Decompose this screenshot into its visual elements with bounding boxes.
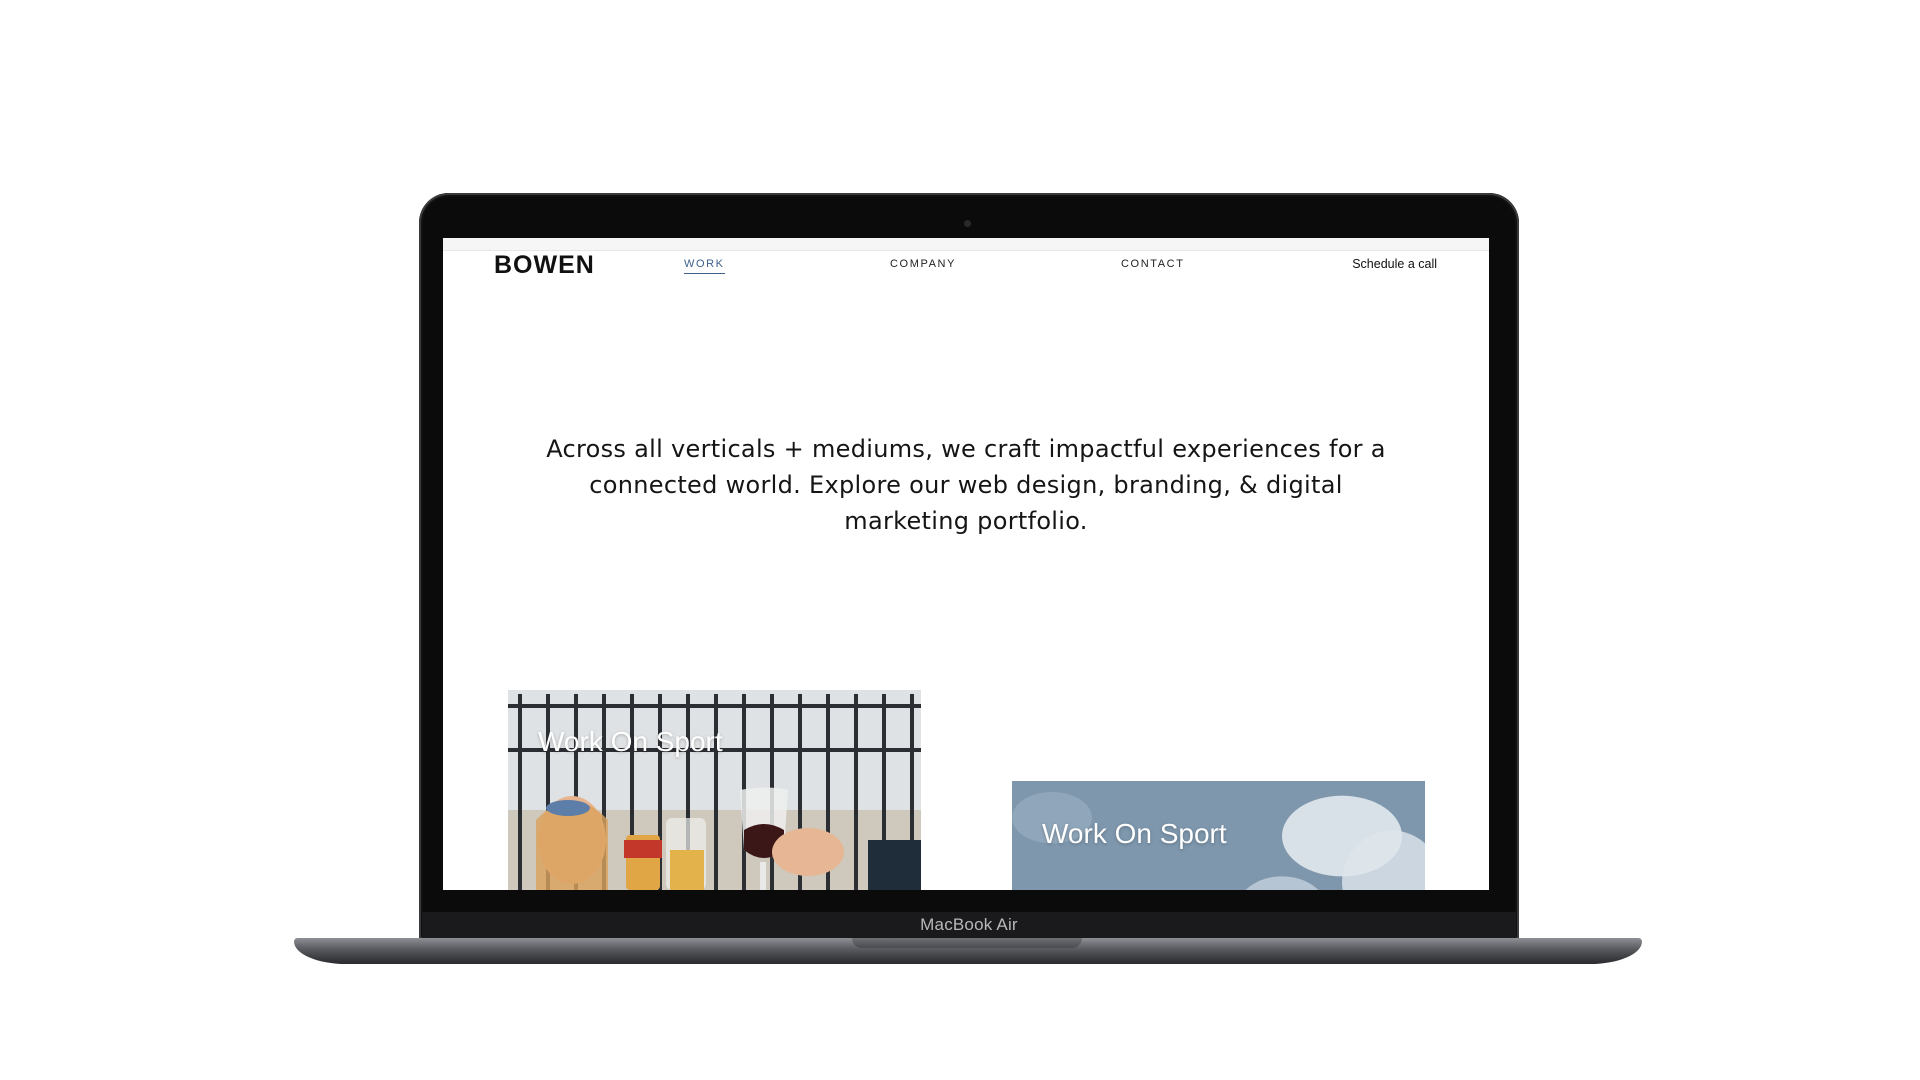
browser-top-strip: [443, 238, 1489, 251]
device-label: MacBook Air: [920, 915, 1018, 934]
card-title: Work On Sport: [538, 726, 723, 757]
card-title: Work On Sport: [1042, 818, 1227, 849]
hero-text: Across all verticals + mediums, we craft…: [546, 435, 1386, 535]
portfolio-card-2[interactable]: Work On Sport: [1012, 781, 1425, 890]
nav-item-contact[interactable]: CONTACT: [1121, 258, 1185, 270]
portfolio-card-1[interactable]: Work On Sport: [508, 690, 921, 890]
camera-icon: [964, 220, 971, 227]
toast-photo: [508, 690, 921, 890]
laptop-notch: [852, 938, 1082, 948]
browser-screen: BOWEN WORK COMPANY CONTACT Schedule a ca…: [443, 238, 1489, 890]
nav-item-work[interactable]: WORK: [684, 258, 725, 274]
site-logo[interactable]: BOWEN: [494, 251, 595, 280]
mockup-stage: BOWEN WORK COMPANY CONTACT Schedule a ca…: [0, 0, 1920, 1080]
nav-item-company[interactable]: COMPANY: [890, 258, 956, 270]
schedule-call-link[interactable]: Schedule a call: [1352, 257, 1437, 271]
